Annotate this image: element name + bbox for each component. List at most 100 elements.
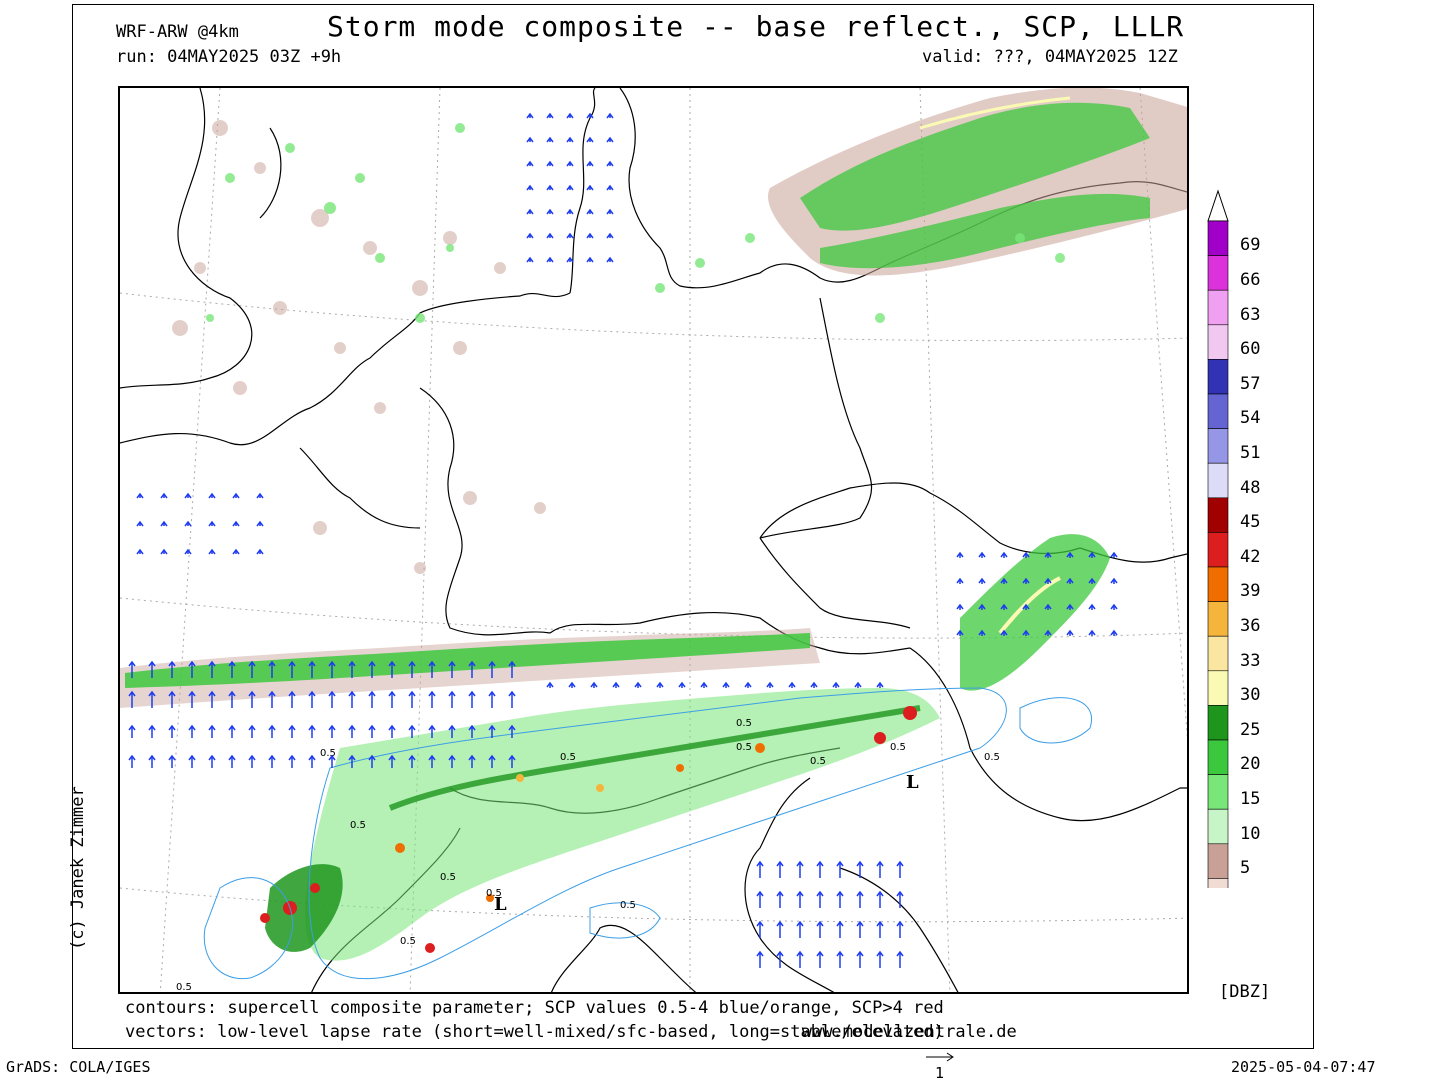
scp-label: 0.5 [176, 982, 192, 993]
lapse-rate-vector [388, 690, 396, 708]
legend-level-label: 60 [1240, 339, 1261, 360]
lapse-rate-vector [796, 860, 804, 878]
legend-level-label: 69 [1240, 235, 1261, 256]
lapse-rate-vector [488, 690, 496, 708]
legend-swatch [1207, 566, 1229, 602]
lapse-rate-vector [248, 724, 256, 738]
lapse-rate-vector [876, 950, 884, 968]
scp-label: 0.5 [984, 752, 1000, 763]
legend-swatch [1207, 497, 1229, 533]
lapse-rate-vector [722, 681, 730, 688]
legend-level-label: 48 [1240, 477, 1261, 498]
website-link[interactable]: www.modellzentrale.de [802, 1022, 1017, 1042]
legend-level-label: 54 [1240, 408, 1261, 429]
lapse-rate-vector [766, 681, 774, 688]
lapse-rate-vector [606, 112, 614, 119]
legend-level-label: 51 [1240, 442, 1261, 463]
lapse-rate-vector [956, 603, 964, 610]
lapse-rate-vector [836, 950, 844, 968]
lapse-rate-vector [546, 160, 554, 167]
lapse-rate-vector [328, 690, 336, 708]
lapse-rate-vector [232, 520, 240, 527]
lapse-rate-vector [816, 950, 824, 968]
lapse-rate-vector [288, 724, 296, 738]
lapse-rate-vector [566, 208, 574, 215]
legend-swatch [1207, 428, 1229, 464]
lapse-rate-vector [546, 232, 554, 239]
lapse-rate-vector [388, 724, 396, 738]
lapse-rate-vector [248, 690, 256, 708]
lapse-rate-vector [328, 724, 336, 738]
render-timestamp: 2025-05-04-07:47 [1231, 1058, 1376, 1076]
lapse-rate-vector [606, 160, 614, 167]
lapse-rate-vector [208, 520, 216, 527]
legend-level-label: 39 [1240, 581, 1261, 602]
lapse-rate-vector [756, 860, 764, 878]
lapse-rate-vector [546, 208, 554, 215]
lapse-rate-vector [428, 690, 436, 708]
lapse-rate-vector [256, 492, 264, 499]
lapse-rate-vector [508, 690, 516, 708]
lapse-rate-vector [256, 548, 264, 555]
lapse-rate-vector [128, 724, 136, 738]
lapse-rate-vector [168, 724, 176, 738]
vector-scale-arrow [926, 1052, 954, 1062]
legend-level-label: 63 [1240, 304, 1261, 325]
lapse-rate-vector [348, 690, 356, 708]
legend-level-label: 42 [1240, 546, 1261, 567]
lapse-rate-vector [876, 890, 884, 908]
lapse-rate-vector [586, 208, 594, 215]
legend-swatch [1207, 635, 1229, 672]
lapse-rate-vector [232, 548, 240, 555]
lapse-rate-vector [248, 754, 256, 768]
lapse-rate-vector [788, 681, 796, 688]
scp-label: 0.5 [560, 752, 576, 763]
legend-units: [DBZ] [1219, 982, 1271, 1002]
author-credit: (c) Janek Zimmer [68, 786, 88, 950]
lapse-rate-vector [526, 160, 534, 167]
scp-label: 0.5 [350, 820, 366, 831]
legend-swatch [1207, 808, 1229, 845]
run-time: run: 04MAY2025 03Z +9h [116, 47, 342, 67]
lapse-rate-vector [160, 548, 168, 555]
lapse-rate-vector [168, 754, 176, 768]
lapse-rate-vector [606, 136, 614, 143]
legend-cap-top [1207, 189, 1229, 222]
lapse-rate-vector [128, 754, 136, 768]
lapse-rate-vector [700, 681, 708, 688]
lapse-rate-vector [408, 690, 416, 708]
scp-label: 0.5 [810, 756, 826, 767]
legend-swatch [1207, 601, 1229, 637]
lapse-rate-vector [136, 548, 144, 555]
lapse-rate-vector [348, 724, 356, 738]
lapse-rate-vector [208, 754, 216, 768]
legend-level-label: 30 [1240, 685, 1261, 706]
legend-swatch [1207, 739, 1229, 775]
scp-label: 0.5 [736, 742, 752, 753]
legend-swatch [1207, 255, 1229, 291]
lapse-rate-vector [896, 950, 904, 968]
lapse-rate-vector [854, 681, 862, 688]
lapse-rate-vector [288, 690, 296, 708]
lapse-rate-vector [776, 950, 784, 968]
legend-level-label: 57 [1240, 373, 1261, 394]
lapse-rate-vector [810, 681, 818, 688]
lapse-rate-vector [188, 754, 196, 768]
contours-note: contours: supercell composite parameter;… [125, 998, 944, 1018]
lapse-rate-vector [1088, 603, 1096, 610]
legend-swatch [1207, 220, 1229, 256]
legend-level-label: 15 [1240, 788, 1261, 809]
lapse-rate-vector [606, 208, 614, 215]
lapse-rate-vector [160, 520, 168, 527]
lapse-rate-vector [816, 890, 824, 908]
lapse-rate-vector [232, 492, 240, 499]
lapse-rate-vector [586, 184, 594, 191]
low-marker: L [494, 894, 507, 915]
legend-swatch [1207, 289, 1229, 326]
lapse-rate-vector [1110, 603, 1118, 610]
scp-label: 0.5 [440, 872, 456, 883]
scp-label: 0.5 [620, 900, 636, 911]
lapse-rate-vector [876, 920, 884, 938]
lapse-rate-vector [148, 724, 156, 738]
lapse-rate-vector [208, 724, 216, 738]
